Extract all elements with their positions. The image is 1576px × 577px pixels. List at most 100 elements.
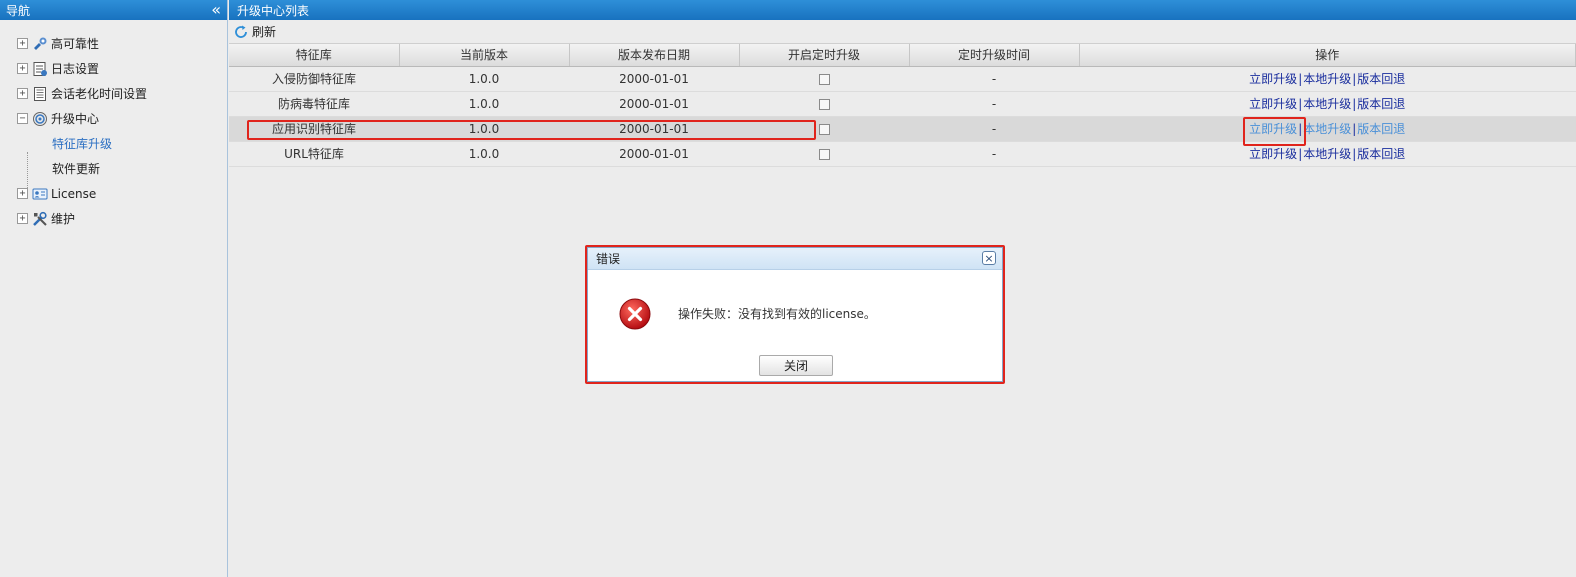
dialog-title: 错误 — [596, 252, 621, 266]
expand-icon[interactable]: + — [17, 38, 28, 49]
session-aging-icon — [34, 86, 46, 101]
column-header[interactable]: 版本发布日期 — [569, 44, 740, 67]
collapse-sidebar-icon[interactable]: « — [211, 2, 221, 18]
version-cell: 1.0.0 — [399, 91, 569, 117]
table-header-row: 特征库 当前版本 版本发布日期 开启定时升级 定时升级时间 操作 — [229, 44, 1576, 67]
upgrade-center-table: 特征库 当前版本 版本发布日期 开启定时升级 定时升级时间 操作 入侵防御特征库… — [229, 44, 1576, 167]
column-header[interactable]: 当前版本 — [399, 44, 570, 67]
release-date-cell: 2000-01-01 — [569, 116, 739, 142]
column-header[interactable]: 定时升级时间 — [909, 44, 1080, 67]
actions-cell: 立即升级|本地升级|版本回退 — [1079, 91, 1576, 117]
upgrade-center-icon — [33, 111, 47, 126]
actions-cell: 立即升级|本地升级|版本回退 — [1079, 66, 1576, 92]
nav-item-upgrade-center[interactable]: − 升级中心 — [0, 106, 227, 131]
version-cell: 1.0.0 — [399, 141, 569, 167]
scheduled-time-cell: - — [909, 91, 1079, 117]
scheduled-upgrade-cell — [739, 116, 909, 142]
nav-item-label: 高可靠性 — [51, 37, 100, 51]
close-icon[interactable]: × — [982, 251, 996, 265]
signature-name-cell: 防病毒特征库 — [229, 91, 399, 117]
local-upgrade-link[interactable]: 本地升级 — [1303, 72, 1351, 86]
upgrade-now-link[interactable]: 立即升级 — [1249, 147, 1297, 161]
error-dialog: 错误 × 操作失败：没有找到有效的license。 关闭 — [587, 247, 1003, 382]
close-button[interactable]: 关闭 — [759, 355, 833, 376]
refresh-label: 刷新 — [252, 25, 277, 39]
separator: | — [1298, 97, 1303, 111]
scheduled-time-cell: - — [909, 141, 1079, 167]
local-upgrade-link[interactable]: 本地升级 — [1303, 97, 1351, 111]
column-header[interactable]: 操作 — [1079, 44, 1576, 67]
table-row-selected[interactable]: 应用识别特征库 1.0.0 2000-01-01 - 立即升级|本地升级|版本回… — [229, 116, 1576, 142]
rollback-link[interactable]: 版本回退 — [1357, 97, 1405, 111]
table-row[interactable]: 防病毒特征库 1.0.0 2000-01-01 - 立即升级|本地升级|版本回退 — [229, 91, 1576, 117]
separator: | — [1298, 122, 1303, 136]
expand-icon[interactable]: + — [17, 213, 28, 224]
actions-cell: 立即升级|本地升级|版本回退 — [1079, 141, 1576, 167]
scheduled-upgrade-checkbox[interactable] — [818, 73, 830, 85]
nav-item-maintenance[interactable]: + 维护 — [0, 206, 227, 231]
nav-tree: + 高可靠性 + 日志设置 + 会话老化时间设置 − 升级中心 特征库升级 软件… — [0, 20, 227, 231]
sidebar-header: 导航 « — [0, 0, 227, 20]
nav-subitem-signature-upgrade[interactable]: 特征库升级 — [0, 131, 227, 156]
panel-title: 升级中心列表 — [229, 0, 1576, 20]
upgrade-now-link[interactable]: 立即升级 — [1249, 72, 1297, 86]
reliability-icon — [34, 37, 47, 50]
table-row[interactable]: 入侵防御特征库 1.0.0 2000-01-01 - 立即升级|本地升级|版本回… — [229, 66, 1576, 92]
nav-item-label: 会话老化时间设置 — [51, 87, 148, 101]
scheduled-upgrade-checkbox[interactable] — [818, 123, 830, 135]
column-header[interactable]: 开启定时升级 — [739, 44, 910, 67]
separator: | — [1298, 147, 1303, 161]
signature-name-cell: 应用识别特征库 — [229, 116, 399, 142]
collapse-icon[interactable]: − — [17, 113, 28, 124]
nav-item-label: 升级中心 — [51, 112, 100, 126]
nav-item-license[interactable]: + License — [0, 181, 227, 206]
separator: | — [1352, 147, 1357, 161]
release-date-cell: 2000-01-01 — [569, 141, 739, 167]
signature-name-cell: URL特征库 — [229, 141, 399, 167]
error-message: 操作失败：没有找到有效的license。 — [678, 307, 876, 321]
version-cell: 1.0.0 — [399, 116, 569, 142]
signature-name-cell: 入侵防御特征库 — [229, 66, 399, 92]
nav-item-reliability[interactable]: + 高可靠性 — [0, 31, 227, 56]
scheduled-upgrade-cell — [739, 91, 909, 117]
separator: | — [1352, 97, 1357, 111]
scheduled-time-cell: - — [909, 116, 1079, 142]
version-cell: 1.0.0 — [399, 66, 569, 92]
release-date-cell: 2000-01-01 — [569, 66, 739, 92]
sidebar-title: 导航 — [6, 3, 31, 18]
actions-cell: 立即升级|本地升级|版本回退 — [1079, 116, 1576, 142]
table-row[interactable]: URL特征库 1.0.0 2000-01-01 - 立即升级|本地升级|版本回退 — [229, 141, 1576, 167]
nav-item-label: License — [51, 186, 97, 201]
local-upgrade-link[interactable]: 本地升级 — [1303, 147, 1351, 161]
separator: | — [1352, 122, 1357, 136]
scheduled-upgrade-cell — [739, 66, 909, 92]
rollback-link[interactable]: 版本回退 — [1357, 72, 1405, 86]
tree-connector-line — [27, 152, 28, 198]
upgrade-now-link[interactable]: 立即升级 — [1249, 122, 1297, 136]
nav-item-label: 维护 — [51, 212, 76, 226]
nav-subitem-software-update[interactable]: 软件更新 — [0, 156, 227, 181]
rollback-link[interactable]: 版本回退 — [1357, 147, 1405, 161]
separator: | — [1298, 72, 1303, 86]
column-header[interactable]: 特征库 — [229, 44, 400, 67]
scheduled-upgrade-checkbox[interactable] — [818, 148, 830, 160]
scheduled-upgrade-checkbox[interactable] — [818, 98, 830, 110]
nav-item-session-aging[interactable]: + 会话老化时间设置 — [0, 81, 227, 106]
local-upgrade-link[interactable]: 本地升级 — [1303, 122, 1351, 136]
refresh-button[interactable]: 刷新 — [233, 23, 276, 40]
error-icon — [619, 298, 651, 330]
expand-icon[interactable]: + — [17, 63, 28, 74]
navigation-sidebar: 导航 « + 高可靠性 + 日志设置 + 会话老化时间设置 − 升级中心 特征库… — [0, 0, 228, 577]
scheduled-time-cell: - — [909, 66, 1079, 92]
release-date-cell: 2000-01-01 — [569, 91, 739, 117]
dialog-body: 操作失败：没有找到有效的license。 关闭 — [588, 270, 1002, 381]
log-settings-icon — [33, 61, 47, 76]
rollback-link[interactable]: 版本回退 — [1357, 122, 1405, 136]
nav-item-label: 日志设置 — [51, 62, 100, 76]
maintenance-icon — [33, 211, 47, 226]
scheduled-upgrade-cell — [739, 141, 909, 167]
nav-item-log-settings[interactable]: + 日志设置 — [0, 56, 227, 81]
upgrade-now-link[interactable]: 立即升级 — [1249, 97, 1297, 111]
expand-icon[interactable]: + — [17, 88, 28, 99]
dialog-titlebar: 错误 × — [588, 248, 1002, 270]
